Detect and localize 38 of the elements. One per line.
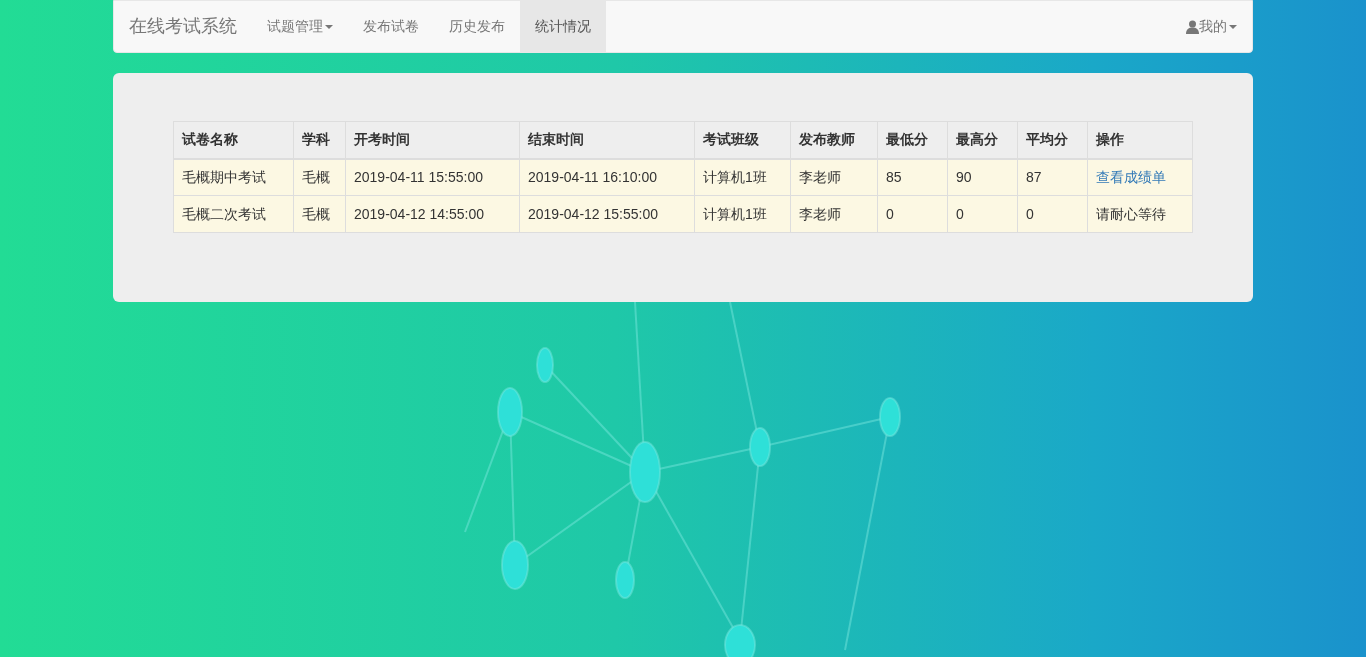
- table-cell: 计算机1班: [694, 158, 791, 196]
- column-header: 学科: [293, 121, 346, 159]
- column-header: 操作: [1087, 121, 1193, 159]
- column-header: 考试班级: [694, 121, 791, 159]
- table-cell: 毛概: [293, 158, 346, 196]
- table-cell: 85: [877, 158, 948, 196]
- table-cell: 90: [947, 158, 1018, 196]
- table-cell: 2019-04-11 15:55:00: [345, 158, 520, 196]
- table-cell: 2019-04-11 16:10:00: [519, 158, 695, 196]
- user-icon: [1186, 19, 1199, 34]
- nav-tab[interactable]: 历史发布: [434, 1, 520, 52]
- table-cell: 2019-04-12 14:55:00: [345, 195, 520, 233]
- table-cell: 毛概: [293, 195, 346, 233]
- table-cell: 计算机1班: [694, 195, 791, 233]
- table-cell: 李老师: [790, 195, 878, 233]
- table-cell: 0: [877, 195, 948, 233]
- column-header: 发布教师: [790, 121, 878, 159]
- column-header: 结束时间: [519, 121, 695, 159]
- table-cell: 87: [1017, 158, 1088, 196]
- brand-title[interactable]: 在线考试系统: [129, 13, 237, 40]
- column-header: 最高分: [947, 121, 1018, 159]
- nav-tab[interactable]: 试题管理: [252, 1, 348, 52]
- table-cell: 李老师: [790, 158, 878, 196]
- column-header: 平均分: [1017, 121, 1088, 159]
- caret-icon: [1229, 24, 1237, 29]
- column-header: 试卷名称: [173, 121, 294, 159]
- table-cell: 毛概二次考试: [173, 195, 294, 233]
- table-cell: 0: [1017, 195, 1088, 233]
- table-cell: 0: [947, 195, 1018, 233]
- caret-icon: [325, 24, 333, 29]
- waiting-text: 请耐心等待: [1096, 205, 1166, 222]
- column-header: 开考时间: [345, 121, 520, 159]
- table-cell: 2019-04-12 15:55:00: [519, 195, 695, 233]
- column-header: 最低分: [877, 121, 948, 159]
- user-menu[interactable]: 我的: [1186, 1, 1237, 52]
- table-cell: 毛概期中考试: [173, 158, 294, 196]
- nav-tab[interactable]: 发布试卷: [348, 1, 434, 52]
- nav-tab[interactable]: 统计情况: [520, 1, 606, 52]
